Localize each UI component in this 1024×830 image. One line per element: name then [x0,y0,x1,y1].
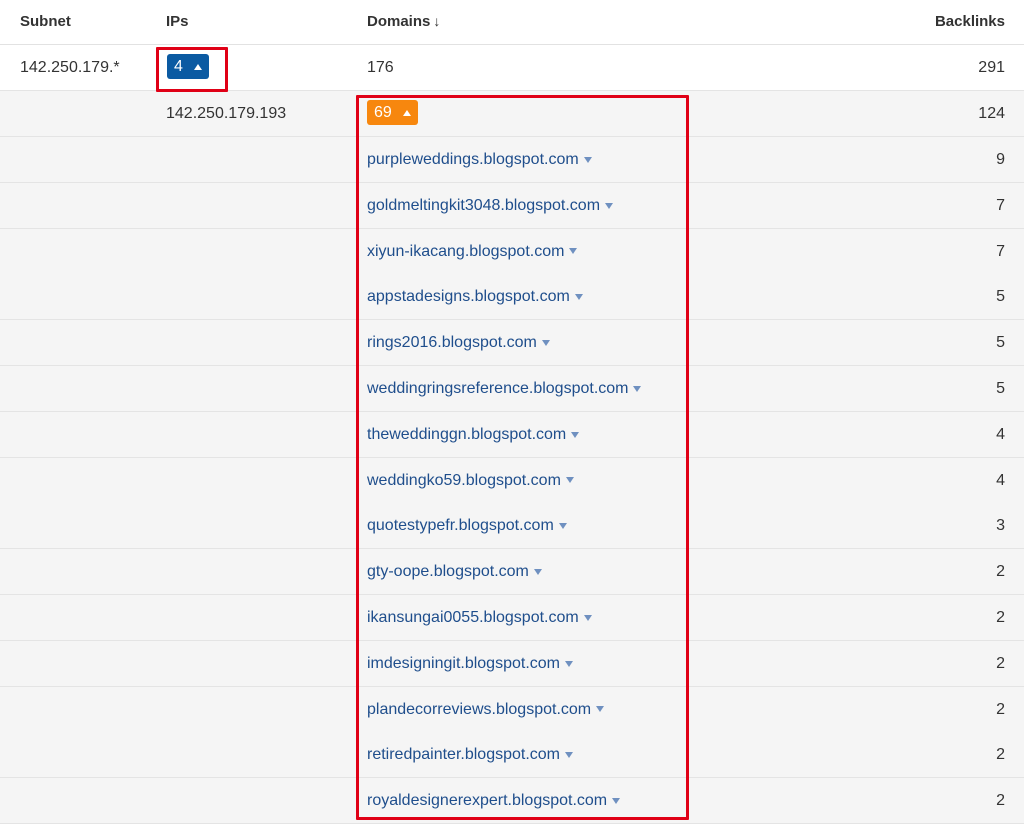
domain-name: ikansungai0055.blogspot.com [367,609,579,626]
table-row: retiredpainter.blogspot.com 2 [0,732,1024,779]
domain-name: imdesigningit.blogspot.com [367,654,560,672]
chevron-down-icon[interactable] [571,431,580,438]
domain-name: gty-oope.blogspot.com [367,563,529,581]
chevron-down-icon[interactable] [574,294,583,301]
table-row: appstadesigns.blogspot.com 5 [0,274,1024,321]
chevron-down-icon[interactable] [533,568,542,575]
table-row: weddingringsreference.blogspot.com 5 [0,366,1024,412]
chevron-down-icon[interactable] [612,797,621,804]
chevron-down-icon[interactable] [541,339,550,346]
column-header-domains-label: Domains [367,13,431,30]
domain-name: weddingko59.blogspot.com [367,471,561,489]
domain-link[interactable]: gty-oope.blogspot.com [367,563,542,581]
domain-link[interactable]: goldmeltingkit3048.blogspot.com [367,196,614,215]
column-header-domains[interactable]: Domains ↓ [367,13,440,30]
table-row: royaldesignerexpert.blogspot.com 2 [0,778,1024,825]
domain-link[interactable]: ikansungai0055.blogspot.com [367,609,592,627]
domains-expand-button[interactable]: 69 [367,100,418,125]
domain-backlinks: 4 [996,425,1005,443]
ip-row: 142.250.179.193 69 124 [0,91,1024,137]
column-header-subnet[interactable]: Subnet [20,13,71,30]
domain-backlinks: 3 [996,517,1005,535]
domain-backlinks: 7 [996,196,1005,214]
domain-backlinks: 2 [996,700,1005,718]
domain-link[interactable]: purpleweddings.blogspot.com [367,151,592,169]
domain-backlinks: 7 [996,242,1005,260]
domain-name: purpleweddings.blogspot.com [367,151,579,168]
chevron-down-icon[interactable] [558,523,567,530]
domain-backlinks: 2 [996,654,1005,672]
ip-backlinks: 124 [978,105,1005,122]
collapse-up-icon [193,63,202,70]
chevron-down-icon[interactable] [596,706,605,713]
chevron-down-icon[interactable] [633,385,642,392]
domain-name: retiredpainter.blogspot.com [367,746,560,764]
domain-name: weddingringsreference.blogspot.com [367,380,629,397]
backlinks-total: 291 [978,59,1005,76]
table-row: goldmeltingkit3048.blogspot.com 7 [0,182,1024,229]
domain-name: goldmeltingkit3048.blogspot.com [367,196,601,214]
domain-name: appstadesigns.blogspot.com [367,288,570,306]
table-row: quotestypefr.blogspot.com 3 [0,503,1024,550]
collapse-up-icon [402,109,411,116]
table-row: theweddinggn.blogspot.com 4 [0,411,1024,458]
chevron-down-icon[interactable] [565,752,573,759]
table-row: weddingko59.blogspot.com 4 [0,457,1024,504]
table-row: gty-oope.blogspot.com 2 [0,549,1024,596]
chevron-down-icon[interactable] [565,477,574,484]
domain-name: royaldesignerexpert.blogspot.com [367,792,608,810]
domains-total: 176 [367,59,394,76]
domain-backlinks: 2 [996,563,1005,581]
ips-count: 4 [174,57,183,75]
ips-expand-button[interactable]: 4 [167,54,209,79]
domain-link[interactable]: weddingringsreference.blogspot.com [367,380,642,398]
chevron-down-icon[interactable] [569,248,578,255]
domain-name: theweddinggn.blogspot.com [367,425,567,443]
table-row: xiyun-ikacang.blogspot.com 7 [0,228,1024,275]
domain-backlinks: 4 [996,471,1005,489]
domain-name: rings2016.blogspot.com [367,334,537,352]
domain-link[interactable]: theweddinggn.blogspot.com [367,425,580,444]
table-row: imdesigningit.blogspot.com 2 [0,640,1024,687]
chevron-down-icon[interactable] [605,202,614,209]
domains-count: 69 [374,103,392,121]
table-row: rings2016.blogspot.com 5 [0,320,1024,367]
chevron-down-icon[interactable] [583,614,592,621]
domain-link[interactable]: royaldesignerexpert.blogspot.com [367,792,621,810]
domain-link[interactable]: xiyun-ikacang.blogspot.com [367,242,578,261]
sort-descending-icon: ↓ [433,13,441,29]
table-row: plandecorreviews.blogspot.com 2 [0,686,1024,733]
domain-backlinks: 5 [996,288,1005,306]
domain-link[interactable]: retiredpainter.blogspot.com [367,746,573,764]
column-header-backlinks[interactable]: Backlinks [935,13,1005,30]
domain-backlinks: 2 [996,792,1005,810]
domain-name: plandecorreviews.blogspot.com [367,700,592,718]
column-header-ips[interactable]: IPs [166,13,189,30]
domain-link[interactable]: appstadesigns.blogspot.com [367,288,583,306]
subnet-row: 142.250.179.* 4 176 291 [0,45,1024,91]
domain-link[interactable]: rings2016.blogspot.com [367,334,550,352]
table-row: ikansungai0055.blogspot.com 2 [0,595,1024,641]
ip-address: 142.250.179.193 [166,105,287,122]
table-row: purpleweddings.blogspot.com 9 [0,137,1024,183]
domain-backlinks: 5 [996,334,1005,352]
chevron-down-icon[interactable] [583,156,592,163]
domain-link[interactable]: weddingko59.blogspot.com [367,472,574,490]
domain-name: quotestypefr.blogspot.com [367,517,554,535]
domain-backlinks: 9 [996,151,1005,168]
domain-link[interactable]: plandecorreviews.blogspot.com [367,700,605,719]
domain-backlinks: 2 [996,746,1005,764]
domain-backlinks: 2 [996,609,1005,626]
table-header: Subnet IPs Domains ↓ Backlinks [0,0,1024,45]
chevron-down-icon[interactable] [565,660,573,667]
domain-backlinks: 5 [996,380,1005,397]
domain-link[interactable]: imdesigningit.blogspot.com [367,655,573,673]
domain-link[interactable]: quotestypefr.blogspot.com [367,517,567,535]
subnet-value: 142.250.179.* [20,59,120,76]
domain-name: xiyun-ikacang.blogspot.com [367,242,565,260]
